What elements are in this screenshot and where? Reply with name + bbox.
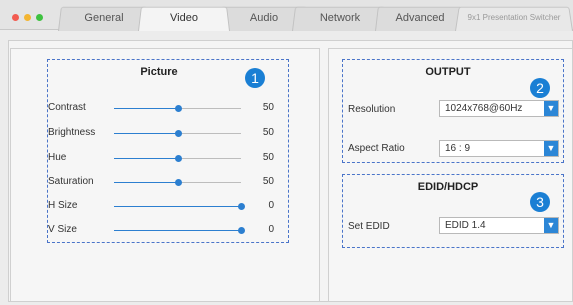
resolution-label: Resolution: [348, 104, 396, 115]
resolution-value: 1024x768@60Hz: [445, 103, 523, 114]
h-size-label: H Size: [48, 200, 78, 211]
badge-1: 1: [245, 68, 265, 88]
edid-title: EDID/HDCP: [417, 181, 479, 193]
aspect-ratio-label: Aspect Ratio: [348, 143, 405, 154]
app-title: 9x1 Presentation Switcher: [455, 5, 573, 31]
slider-thumb[interactable]: [174, 155, 182, 162]
tab-network[interactable]: Network: [292, 5, 388, 31]
output-panel: OUTPUT 2 Resolution 1024x768@60Hz ▼ Aspe…: [328, 48, 573, 302]
resolution-select[interactable]: 1024x768@60Hz ▼: [439, 100, 559, 117]
tab-bar: General Audio Network Advanced 9x1 Prese…: [0, 0, 573, 31]
content-area: Picture 1 Contrast 50 Brightness 50 Hue …: [8, 40, 573, 302]
aspect-ratio-value: 16 : 9: [445, 143, 471, 154]
brightness-value: 50: [262, 127, 274, 138]
badge-2: 2: [530, 78, 550, 98]
set-edid-value: EDID 1.4: [445, 220, 486, 231]
minimize-window-button[interactable]: [24, 14, 31, 21]
contrast-slider[interactable]: [114, 105, 241, 112]
set-edid-select[interactable]: EDID 1.4 ▼: [439, 217, 559, 234]
slider-thumb[interactable]: [174, 105, 182, 112]
maximize-window-button[interactable]: [36, 14, 43, 21]
contrast-label: Contrast: [48, 102, 86, 113]
close-window-button[interactable]: [12, 14, 19, 21]
saturation-label: Saturation: [48, 176, 94, 187]
v-size-slider[interactable]: [114, 227, 245, 234]
v-size-label: V Size: [48, 224, 77, 235]
hue-value: 50: [262, 152, 274, 163]
slider-thumb[interactable]: [174, 130, 182, 137]
slider-thumb[interactable]: [238, 227, 245, 234]
hue-label: Hue: [48, 152, 67, 163]
h-size-value: 0: [268, 200, 274, 211]
h-size-slider[interactable]: [114, 203, 245, 210]
slider-thumb[interactable]: [174, 179, 182, 186]
badge-3: 3: [530, 192, 550, 212]
hue-slider[interactable]: [114, 155, 241, 162]
output-section: OUTPUT 2 Resolution 1024x768@60Hz ▼ Aspe…: [342, 59, 564, 163]
edid-section: EDID/HDCP 3 Set EDID EDID 1.4 ▼: [342, 174, 564, 248]
chevron-down-icon: ▼: [544, 141, 558, 156]
saturation-slider[interactable]: [114, 179, 241, 186]
brightness-label: Brightness: [48, 127, 96, 138]
chevron-down-icon: ▼: [544, 101, 558, 116]
picture-panel: Picture 1 Contrast 50 Brightness 50 Hue …: [10, 48, 320, 302]
saturation-value: 50: [262, 176, 274, 187]
picture-section: Picture 1 Contrast 50 Brightness 50 Hue …: [47, 59, 289, 243]
set-edid-label: Set EDID: [348, 221, 390, 232]
tab-advanced[interactable]: Advanced: [375, 5, 465, 31]
slider-thumb[interactable]: [238, 203, 245, 210]
aspect-ratio-select[interactable]: 16 : 9 ▼: [439, 140, 559, 157]
v-size-value: 0: [268, 224, 274, 235]
tab-video[interactable]: Video: [138, 5, 230, 31]
contrast-value: 50: [262, 102, 274, 113]
picture-title: Picture: [140, 66, 178, 78]
output-title: OUTPUT: [425, 66, 471, 78]
tab-general[interactable]: General: [58, 5, 150, 31]
chevron-down-icon: ▼: [544, 218, 558, 233]
brightness-slider[interactable]: [114, 130, 241, 137]
